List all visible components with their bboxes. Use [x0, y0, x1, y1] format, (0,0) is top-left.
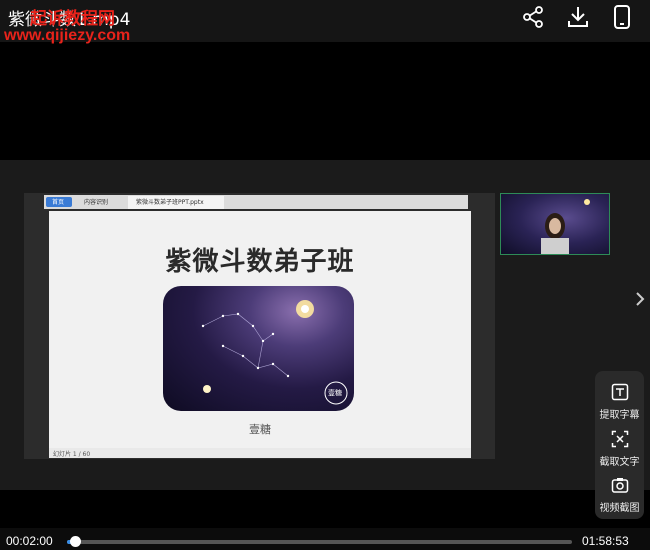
chevron-right-icon[interactable]	[634, 290, 646, 308]
presentation-slide: 紫微斗数弟子班 壹糖 壹糖	[49, 211, 471, 448]
current-time: 00:02:00	[6, 534, 53, 548]
browser-tab-bar: 首页 内容识别 紫微斗数弟子班PPT.pptx	[44, 195, 468, 209]
page-indicator: 幻灯片 1 / 60	[53, 451, 91, 458]
side-tool-panel: 提取字幕 截取文字 视频截图	[595, 371, 644, 519]
progress-track[interactable]	[67, 540, 572, 544]
text-capture-icon	[611, 430, 628, 448]
player-controls	[0, 528, 650, 550]
subtitle-extract-icon	[611, 383, 628, 401]
tab-ppt: 紫微斗数弟子班PPT.pptx	[136, 199, 204, 206]
video-screenshot-button[interactable]	[595, 476, 644, 498]
extract-subtitles-label: 提取字幕	[599, 410, 640, 421]
phone-icon[interactable]	[609, 4, 635, 30]
extract-subtitles-button[interactable]	[595, 383, 644, 405]
progress-knob[interactable]	[70, 536, 82, 547]
seal-text: 壹糖	[328, 389, 342, 397]
share-icon[interactable]	[520, 4, 546, 30]
constellation-image: 壹糖	[163, 286, 354, 411]
watermark-url: www.qijiezy.com	[4, 27, 131, 44]
watermark-text: 起诉教程网	[30, 9, 115, 29]
download-icon[interactable]	[565, 4, 591, 30]
ppt-status-bar: 幻灯片 1 / 60	[49, 448, 471, 458]
capture-text-button[interactable]	[595, 430, 644, 452]
capture-text-label: 截取文字	[599, 457, 640, 468]
tab-home: 首页	[52, 199, 65, 206]
tab-content: 内容识别	[84, 199, 109, 206]
total-time: 01:58:53	[582, 534, 629, 548]
camera-icon	[611, 478, 628, 493]
slide-title: 紫微斗数弟子班	[165, 247, 355, 277]
slide-subtitle: 壹糖	[249, 423, 271, 436]
presenter-thumbnail[interactable]	[500, 193, 610, 255]
video-screenshot-label: 视频截图	[599, 503, 640, 514]
